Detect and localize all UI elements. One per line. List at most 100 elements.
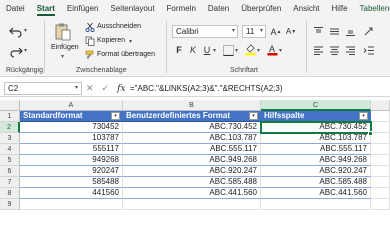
row-header[interactable]: 8: [0, 188, 20, 199]
table-cell[interactable]: [371, 133, 390, 144]
font-color-icon[interactable]: A: [266, 43, 278, 56]
column-header-b[interactable]: B: [123, 100, 261, 111]
row-header[interactable]: 9: [0, 199, 20, 210]
row-header[interactable]: 3: [0, 133, 20, 144]
table-cell[interactable]: [261, 199, 371, 210]
table-cell[interactable]: ABC.949.268: [123, 155, 261, 166]
table-cell[interactable]: ABC.103.787: [261, 133, 371, 144]
paste-button-label[interactable]: Einfügen: [51, 44, 79, 51]
font-shrink-icon[interactable]: A ▼: [285, 25, 297, 38]
table-cell[interactable]: [123, 199, 261, 210]
tab-formeln[interactable]: Formeln: [167, 0, 196, 17]
table-cell[interactable]: [371, 199, 390, 210]
tab-seitenlayout[interactable]: Seitenlayout: [111, 0, 155, 17]
table-cell[interactable]: ABC.555.117: [261, 144, 371, 155]
clipboard-icon[interactable]: [52, 21, 74, 43]
table-cell[interactable]: [371, 144, 390, 155]
copy-dropdown-icon[interactable]: ▾: [129, 38, 132, 45]
table-cell[interactable]: [371, 166, 390, 177]
borders-dropdown-icon[interactable]: ▾: [235, 47, 238, 54]
table-cell[interactable]: [20, 199, 123, 210]
format-painter-button[interactable]: Format übertragen: [97, 51, 155, 58]
table-cell[interactable]: [371, 155, 390, 166]
table-cell[interactable]: ABC.103.787: [123, 133, 261, 144]
tab-ueberpruefen[interactable]: Überprüfen: [241, 0, 281, 17]
font-size-select[interactable]: 11 ▾: [242, 25, 266, 38]
italic-button[interactable]: K: [188, 44, 198, 56]
table-cell[interactable]: 441560: [20, 188, 123, 199]
fx-icon[interactable]: fx: [117, 84, 125, 94]
paste-dropdown-icon[interactable]: ▾: [61, 53, 64, 60]
formula-input[interactable]: ="ABC."&LINKS(A2;3)&"."&RECHTS(A2;3): [130, 82, 283, 95]
check-icon[interactable]: ✓: [102, 83, 110, 94]
table-cell[interactable]: ABC.441.560: [123, 188, 261, 199]
row-header[interactable]: 2: [0, 122, 20, 133]
scissors-icon[interactable]: [85, 22, 95, 32]
table-cell[interactable]: ABC.730.452: [123, 122, 261, 133]
row-header[interactable]: 1: [0, 111, 20, 122]
table-cell[interactable]: ABC.920.247: [123, 166, 261, 177]
table-cell[interactable]: 920247: [20, 166, 123, 177]
underline-dropdown-icon[interactable]: ▾: [213, 47, 216, 54]
tab-daten[interactable]: Daten: [208, 0, 229, 17]
column-header-d[interactable]: [371, 100, 390, 111]
underline-button[interactable]: U: [202, 44, 212, 56]
font-color-dropdown-icon[interactable]: ▾: [279, 47, 282, 54]
table-cell[interactable]: ABC.585.488: [261, 177, 371, 188]
table-cell[interactable]: ABC.585.488: [123, 177, 261, 188]
align-middle-icon[interactable]: [328, 25, 340, 37]
align-right-icon[interactable]: [344, 44, 356, 56]
table-cell[interactable]: ABC.555.117: [123, 144, 261, 155]
borders-icon[interactable]: [222, 44, 234, 56]
table-cell[interactable]: [371, 177, 390, 188]
table-cell[interactable]: 103787: [20, 133, 123, 144]
table-header-cell[interactable]: Standardformat ▾: [20, 111, 123, 122]
column-header-c[interactable]: C: [261, 100, 371, 111]
table-cell[interactable]: 949268: [20, 155, 123, 166]
table-cell[interactable]: [371, 188, 390, 199]
table-cell[interactable]: 730452: [20, 122, 123, 133]
undo-icon[interactable]: [8, 23, 24, 39]
tab-hilfe[interactable]: Hilfe: [332, 0, 348, 17]
close-icon[interactable]: ✕: [86, 83, 94, 94]
align-center-icon[interactable]: [328, 44, 340, 56]
fill-handle[interactable]: [368, 131, 373, 136]
table-cell[interactable]: ABC.949.268: [261, 155, 371, 166]
filter-dropdown-icon[interactable]: ▾: [359, 112, 368, 120]
bold-button[interactable]: F: [174, 44, 184, 56]
align-top-icon[interactable]: [312, 25, 324, 37]
row-header[interactable]: 6: [0, 166, 20, 177]
table-header-cell[interactable]: Hilfsspalte ▾: [261, 111, 371, 122]
tab-tabellenentwurf[interactable]: Tabellenentw: [360, 0, 390, 17]
row-header[interactable]: 4: [0, 144, 20, 155]
tab-ansicht[interactable]: Ansicht: [293, 0, 319, 17]
table-cell[interactable]: ABC.441.560: [261, 188, 371, 199]
table-cell[interactable]: ABC.730.452: [261, 122, 371, 133]
orientation-icon[interactable]: [362, 25, 376, 37]
paintbrush-icon[interactable]: [85, 50, 95, 60]
font-name-select[interactable]: Calibri ▾: [172, 25, 238, 38]
row-header[interactable]: 5: [0, 155, 20, 166]
undo-dropdown-icon[interactable]: ▾: [24, 27, 27, 34]
table-cell[interactable]: 585488: [20, 177, 123, 188]
font-grow-icon[interactable]: A ▲: [270, 25, 282, 38]
table-cell[interactable]: 555117: [20, 144, 123, 155]
select-all-corner[interactable]: [0, 100, 20, 111]
redo-icon[interactable]: [8, 43, 24, 59]
fill-color-dropdown-icon[interactable]: ▾: [257, 47, 260, 54]
table-cell[interactable]: [371, 111, 390, 122]
filter-dropdown-icon[interactable]: ▾: [249, 112, 258, 120]
align-bottom-icon[interactable]: [344, 25, 356, 37]
indent-icon[interactable]: [362, 44, 376, 56]
table-cell[interactable]: ABC.920.247: [261, 166, 371, 177]
tab-start[interactable]: Start: [36, 0, 56, 17]
column-header-a[interactable]: A: [20, 100, 123, 111]
cut-button[interactable]: Ausschneiden: [97, 23, 141, 30]
filter-dropdown-icon[interactable]: ▾: [111, 112, 120, 120]
row-header[interactable]: 7: [0, 177, 20, 188]
redo-dropdown-icon[interactable]: ▾: [24, 47, 27, 54]
name-box[interactable]: C2 ▾: [4, 82, 82, 95]
table-header-cell[interactable]: Benutzerdefiniertes Format ▾: [123, 111, 261, 122]
table-cell[interactable]: [371, 122, 390, 133]
align-left-icon[interactable]: [312, 44, 324, 56]
